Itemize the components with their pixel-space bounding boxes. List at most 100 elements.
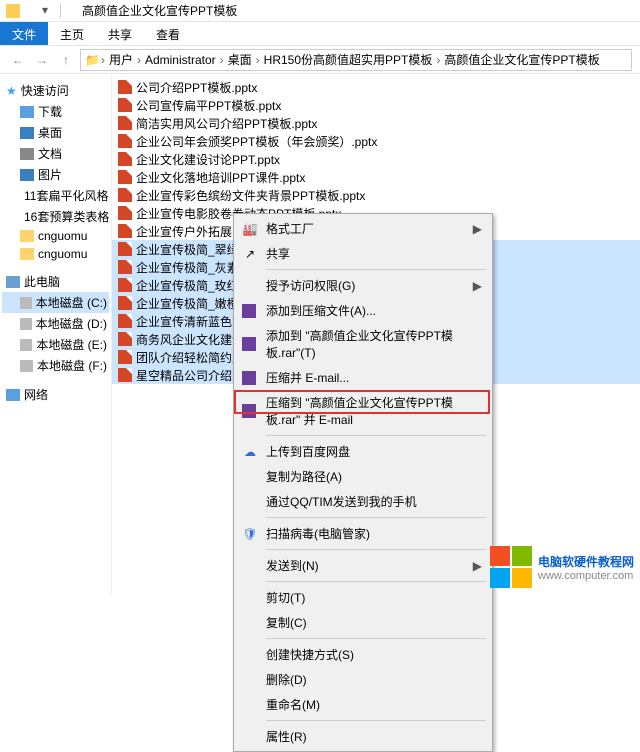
file-row[interactable]: 企业公司年会颁奖PPT模板（年会颁奖）.pptx xyxy=(112,132,640,150)
breadcrumb[interactable]: 📁 › 用户 › Administrator › 桌面 › HR150份高颜值超… xyxy=(80,49,632,71)
pptx-icon xyxy=(118,152,132,166)
separator xyxy=(266,517,486,518)
baidu-icon: ☁ xyxy=(242,444,258,460)
ctx-create-shortcut[interactable]: 创建快捷方式(S) xyxy=(236,642,490,667)
item-icon xyxy=(20,127,34,139)
file-name: 简洁实用风公司介绍PPT模板.pptx xyxy=(136,115,317,132)
sidebar-drive[interactable]: 本地磁盘 (C:) xyxy=(2,292,109,313)
quick-access-header[interactable]: ★ 快速访问 xyxy=(2,80,109,101)
crumb[interactable]: 高颜值企业文化宣传PPT模板 xyxy=(441,51,602,68)
ctx-format-factory[interactable]: 🏭格式工厂▶ xyxy=(236,216,490,241)
pptx-icon xyxy=(118,134,132,148)
file-name: 企业宣传极简_灰素.p xyxy=(136,259,249,276)
pptx-icon xyxy=(118,242,132,256)
crumb[interactable]: HR150份高颜值超实用PPT模板 xyxy=(261,51,436,68)
item-label: 16套预算类表格 xyxy=(24,208,109,225)
item-icon xyxy=(20,230,34,242)
pptx-icon xyxy=(118,278,132,292)
item-icon xyxy=(20,248,34,260)
ctx-add-to[interactable]: 添加到 "高颜值企业文化宣传PPT模板.rar"(T) xyxy=(236,323,490,365)
ctx-cut[interactable]: 剪切(T) xyxy=(236,585,490,610)
sidebar-item[interactable]: cnguomu xyxy=(2,245,109,263)
watermark-url: www.computer.com xyxy=(538,570,634,582)
tab-share[interactable]: 共享 xyxy=(96,22,144,45)
tab-home[interactable]: 主页 xyxy=(48,22,96,45)
drive-label: 本地磁盘 (F:) xyxy=(37,357,107,374)
drive-label: 本地磁盘 (C:) xyxy=(36,294,107,311)
nav-pane: ★ 快速访问 下载桌面文档图片 11套扁平化风格PPT 16套预算类表格 cnguom… xyxy=(0,74,112,594)
sidebar-drive[interactable]: 本地磁盘 (F:) xyxy=(2,355,109,376)
factory-icon: 🏭 xyxy=(242,221,258,237)
tab-file[interactable]: 文件 xyxy=(0,22,48,45)
rar-icon xyxy=(242,404,256,418)
drive-label: 本地磁盘 (E:) xyxy=(36,336,107,353)
rar-icon xyxy=(242,337,256,351)
separator xyxy=(266,269,486,270)
ctx-compress-email[interactable]: 压缩并 E-mail... xyxy=(236,365,490,390)
ctx-add-archive[interactable]: 添加到压缩文件(A)... xyxy=(236,298,490,323)
tab-view[interactable]: 查看 xyxy=(144,22,192,45)
context-menu: 🏭格式工厂▶ ↗共享 授予访问权限(G)▶ 添加到压缩文件(A)... 添加到 … xyxy=(233,213,493,752)
sidebar-drive[interactable]: 本地磁盘 (D:) xyxy=(2,313,109,334)
ctx-grant-access[interactable]: 授予访问权限(G)▶ xyxy=(236,273,490,298)
file-name: 企业宣传彩色缤纷文件夹背景PPT模板.pptx xyxy=(136,187,365,204)
qat-icon[interactable] xyxy=(24,3,40,19)
item-label: 文档 xyxy=(38,145,62,162)
network-header[interactable]: 网络 xyxy=(2,384,109,405)
pptx-icon xyxy=(118,260,132,274)
file-row[interactable]: 企业文化落地培训PPT课件.pptx xyxy=(112,168,640,186)
nav-up-icon[interactable]: ↑ xyxy=(56,50,76,70)
watermark: 电脑软硬件教程网 www.computer.com xyxy=(490,546,634,588)
crumb[interactable]: 桌面 xyxy=(225,51,255,68)
ctx-send-to[interactable]: 发送到(N)▶ xyxy=(236,553,490,578)
ctx-copy[interactable]: 复制(C) xyxy=(236,610,490,635)
network-icon xyxy=(6,389,20,401)
sidebar-item[interactable]: 下载 xyxy=(2,101,109,122)
file-name: 企业宣传极简_翠绿.p xyxy=(136,241,249,258)
file-row[interactable]: 公司介绍PPT模板.pptx xyxy=(112,78,640,96)
file-name: 公司宣传扁平PPT模板.pptx xyxy=(136,97,281,114)
ctx-share[interactable]: ↗共享 xyxy=(236,241,490,266)
item-label: cnguomu xyxy=(38,229,87,243)
ribbon-tabs: 文件 主页 共享 查看 xyxy=(0,22,640,46)
item-label: 11套扁平化风格PPT xyxy=(24,187,109,204)
item-icon xyxy=(20,106,34,118)
this-pc-header[interactable]: 此电脑 xyxy=(2,271,109,292)
file-row[interactable]: 简洁实用风公司介绍PPT模板.pptx xyxy=(112,114,640,132)
sidebar-item[interactable]: 11套扁平化风格PPT xyxy=(2,185,109,206)
pptx-icon xyxy=(118,224,132,238)
ctx-copy-as-path[interactable]: 复制为路径(A) xyxy=(236,464,490,489)
chevron-right-icon: ▶ xyxy=(473,279,482,293)
crumb[interactable]: 用户 xyxy=(106,51,136,68)
share-icon: ↗ xyxy=(242,246,258,262)
sidebar-item[interactable]: 图片 xyxy=(2,164,109,185)
separator xyxy=(266,638,486,639)
separator xyxy=(266,549,486,550)
sidebar-item[interactable]: 文档 xyxy=(2,143,109,164)
file-row[interactable]: 企业文化建设讨论PPT.pptx xyxy=(112,150,640,168)
qat-dropdown-icon[interactable]: ▾ xyxy=(42,3,58,19)
pc-icon xyxy=(6,276,20,288)
breadcrumb-icon: 📁 xyxy=(85,53,100,67)
file-row[interactable]: 公司宣传扁平PPT模板.pptx xyxy=(112,96,640,114)
address-bar-row: ← → ↑ 📁 › 用户 › Administrator › 桌面 › HR15… xyxy=(0,46,640,74)
ctx-scan-virus[interactable]: 🛡扫描病毒(电脑管家) xyxy=(236,521,490,546)
ctx-baidu[interactable]: ☁上传到百度网盘 xyxy=(236,439,490,464)
ctx-rename[interactable]: 重命名(M) xyxy=(236,692,490,717)
sidebar-item[interactable]: 16套预算类表格 xyxy=(2,206,109,227)
sidebar-drive[interactable]: 本地磁盘 (E:) xyxy=(2,334,109,355)
ctx-delete[interactable]: 删除(D) xyxy=(236,667,490,692)
nav-back-icon[interactable]: ← xyxy=(8,50,28,70)
ctx-properties[interactable]: 属性(R) xyxy=(236,724,490,749)
file-row[interactable]: 企业宣传彩色缤纷文件夹背景PPT模板.pptx xyxy=(112,186,640,204)
drive-icon xyxy=(20,318,32,330)
sidebar-item[interactable]: cnguomu xyxy=(2,227,109,245)
pptx-icon xyxy=(118,314,132,328)
ctx-qq-tim[interactable]: 通过QQ/TIM发送到我的手机 xyxy=(236,489,490,514)
item-icon xyxy=(20,169,34,181)
nav-fwd-icon[interactable]: → xyxy=(32,50,52,70)
crumb[interactable]: Administrator xyxy=(142,53,219,67)
file-name: 公司介绍PPT模板.pptx xyxy=(136,79,257,96)
ctx-compress-to-email[interactable]: 压缩到 "高颜值企业文化宣传PPT模板.rar" 并 E-mail xyxy=(236,390,490,432)
sidebar-item[interactable]: 桌面 xyxy=(2,122,109,143)
